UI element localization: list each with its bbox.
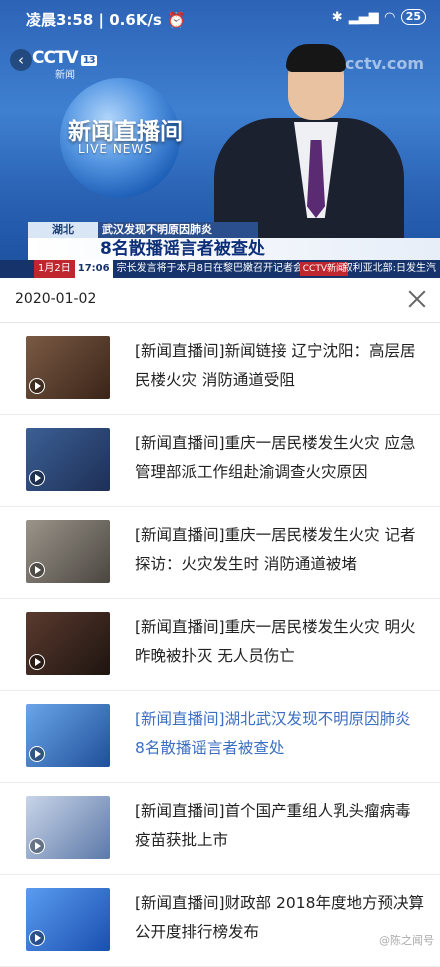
video-title[interactable]: [新闻直播间]新闻链接 辽宁沈阳：高层居民楼火灾 消防通道受阻 — [135, 337, 425, 395]
ticker-text: 宗长发言将于本月8日在黎巴嫩召开记者会。 — [116, 263, 313, 274]
play-icon — [29, 838, 45, 854]
video-thumbnail[interactable] — [26, 520, 110, 583]
channel-watermark: cctv.com — [345, 54, 424, 73]
ticker-logo: CCTV新闻 — [299, 262, 348, 276]
play-icon — [29, 746, 45, 762]
lower-third-tag: 武汉发现不明原因肺炎 — [98, 222, 258, 238]
lower-third-headline-text: 8名散播谣言者被查处 — [100, 239, 265, 259]
video-thumbnail[interactable] — [26, 704, 110, 767]
close-icon[interactable] — [404, 286, 430, 312]
date-header: 2020-01-02 — [0, 278, 440, 323]
play-icon — [29, 470, 45, 486]
video-thumbnail[interactable] — [26, 888, 110, 951]
status-icons: ✱ ▂▄▆ ◠ 25 — [332, 9, 426, 25]
play-icon — [29, 378, 45, 394]
playlist-date: 2020-01-02 — [15, 291, 97, 307]
channel-number: 13 — [80, 55, 97, 66]
channel-sub: 新闻 — [55, 70, 75, 81]
list-item-active[interactable]: [新闻直播间]湖北武汉发现不明原因肺炎 8名散播谣言者被查处 — [0, 691, 440, 783]
channel-logo: CCTV 13 — [32, 48, 97, 68]
play-icon — [29, 562, 45, 578]
lower-third-headline: 8名散播谣言者被查处 — [28, 238, 440, 260]
wifi-icon: ◠ — [384, 9, 395, 25]
chevron-left-icon: ‹ — [18, 51, 24, 69]
list-item[interactable]: [新闻直播间]重庆一居民楼发生火灾 记者探访：火灾发生时 消防通道被堵 — [0, 507, 440, 599]
list-item[interactable]: [新闻直播间]首个国产重组人乳头瘤病毒疫苗获批上市 — [0, 783, 440, 875]
video-thumbnail[interactable] — [26, 428, 110, 491]
video-title[interactable]: [新闻直播间]重庆一居民楼发生火灾 记者探访：火灾发生时 消防通道被堵 — [135, 521, 425, 579]
program-title-en: LIVE NEWS — [78, 142, 153, 156]
program-title: 新闻直播间 — [68, 119, 183, 145]
video-title[interactable]: [新闻直播间]重庆一居民楼发生火灾 应急管理部派工作组赴渝调查火灾原因 — [135, 429, 425, 487]
list-item[interactable]: [新闻直播间]重庆一居民楼发生火灾 明火昨晚被扑灭 无人员伤亡 — [0, 599, 440, 691]
ticker-time: 17:06 — [74, 260, 113, 278]
status-bar: 凌晨3:58 | 0.6K/s ⏰ ✱ ▂▄▆ ◠ 25 — [0, 0, 440, 36]
battery-icon: 25 — [400, 9, 426, 25]
video-title-active[interactable]: [新闻直播间]湖北武汉发现不明原因肺炎 8名散播谣言者被查处 — [135, 705, 425, 763]
back-button[interactable]: ‹ — [10, 49, 32, 71]
list-item[interactable]: [新闻直播间]财政部 2018年度地方预决算公开度排行榜发布 — [0, 875, 440, 967]
list-item[interactable]: [新闻直播间]新闻链接 辽宁沈阳：高层居民楼火灾 消防通道受阻 — [0, 323, 440, 415]
playlist: [新闻直播间]新闻链接 辽宁沈阳：高层居民楼火灾 消防通道受阻 [新闻直播间]重… — [0, 323, 440, 967]
video-thumbnail[interactable] — [26, 336, 110, 399]
status-time: 凌晨3:58 — [26, 11, 94, 29]
signal-icon: ▂▄▆ — [348, 9, 379, 25]
news-ticker: 1月2日 17:06 宗长发言将于本月8日在黎巴嫩召开记者会。 CCTV新闻 叙利亚… — [0, 260, 440, 278]
video-thumbnail[interactable] — [26, 612, 110, 675]
play-icon — [29, 654, 45, 670]
list-item[interactable]: [新闻直播间]重庆一居民楼发生火灾 应急管理部派工作组赴渝调查火灾原因 — [0, 415, 440, 507]
ticker-date: 1月2日 — [34, 260, 75, 278]
status-time-speed: 凌晨3:58 | 0.6K/s ⏰ — [26, 11, 186, 29]
corner-watermark: @陈之闻号 — [379, 934, 434, 947]
lower-third-region: 湖北 — [28, 222, 98, 238]
video-title[interactable]: [新闻直播间]首个国产重组人乳头瘤病毒疫苗获批上市 — [135, 797, 425, 855]
anchor-hair — [286, 44, 346, 72]
bluetooth-icon: ✱ — [331, 9, 343, 25]
status-network-speed: 0.6K/s — [109, 11, 162, 29]
play-icon — [29, 930, 45, 946]
video-title[interactable]: [新闻直播间]重庆一居民楼发生火灾 明火昨晚被扑灭 无人员伤亡 — [135, 613, 425, 671]
channel-name: CCTV — [32, 48, 79, 68]
video-player[interactable]: 凌晨3:58 | 0.6K/s ⏰ ✱ ▂▄▆ ◠ 25 新闻直播间 LIVE … — [0, 0, 440, 278]
alarm-icon: ⏰ — [167, 11, 186, 29]
video-thumbnail[interactable] — [26, 796, 110, 859]
ticker-right-text: 叙利亚北部:日发生汽 — [342, 263, 436, 274]
